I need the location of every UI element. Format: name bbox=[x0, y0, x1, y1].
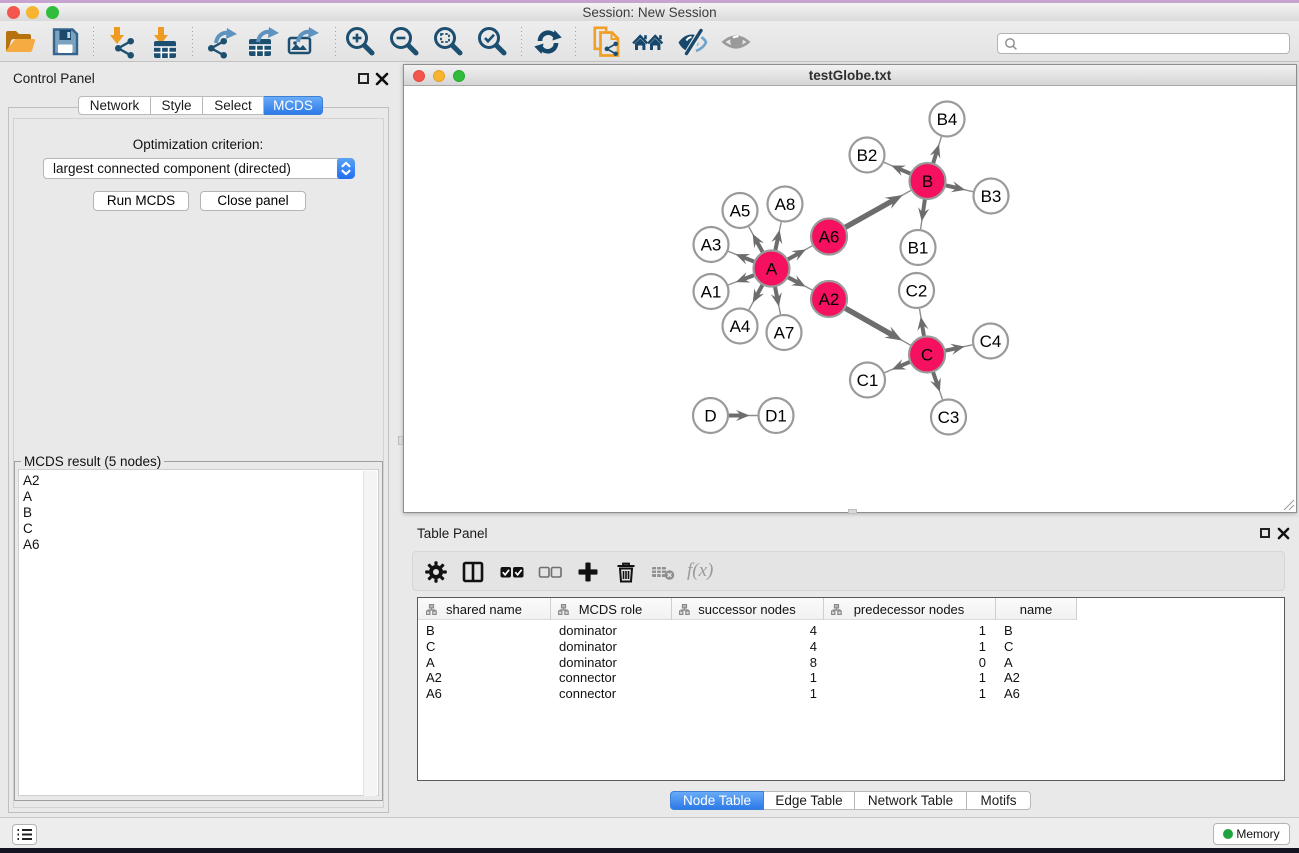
svg-text:B3: B3 bbox=[981, 187, 1002, 206]
svg-text:B2: B2 bbox=[857, 146, 878, 165]
svg-text:A2: A2 bbox=[819, 290, 840, 309]
svg-text:C3: C3 bbox=[938, 408, 960, 427]
svg-text:B4: B4 bbox=[937, 110, 958, 129]
svg-text:B1: B1 bbox=[908, 238, 929, 257]
svg-text:C: C bbox=[921, 345, 933, 364]
svg-text:A1: A1 bbox=[701, 282, 722, 301]
svg-text:A4: A4 bbox=[730, 317, 751, 336]
svg-text:D1: D1 bbox=[765, 406, 787, 425]
svg-text:C4: C4 bbox=[980, 332, 1002, 351]
svg-text:A5: A5 bbox=[730, 201, 751, 220]
svg-text:B: B bbox=[922, 172, 933, 191]
svg-text:C1: C1 bbox=[857, 371, 879, 390]
svg-text:A6: A6 bbox=[819, 227, 840, 246]
svg-text:A7: A7 bbox=[774, 323, 795, 342]
svg-text:C2: C2 bbox=[906, 281, 928, 300]
svg-text:D: D bbox=[704, 406, 716, 425]
svg-text:A8: A8 bbox=[775, 195, 796, 214]
svg-text:A: A bbox=[766, 259, 778, 278]
svg-text:A3: A3 bbox=[701, 235, 722, 254]
